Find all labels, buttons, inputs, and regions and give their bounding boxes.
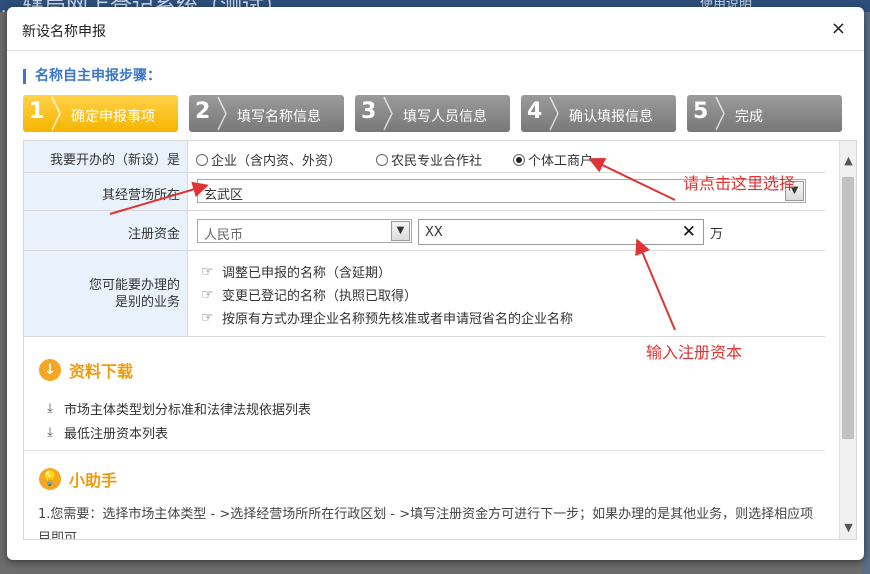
- link-change-name[interactable]: ☞ 变更已登记的名称（执照已取得）: [201, 285, 417, 305]
- step-1[interactable]: 1 确定申报事项: [23, 95, 178, 132]
- chevron-right-icon: [51, 96, 61, 131]
- step-3[interactable]: 3 填写人员信息: [355, 95, 510, 132]
- scroll-down-icon[interactable]: ▼: [843, 522, 854, 533]
- dialog-header: 新设名称申报 ×: [7, 7, 864, 51]
- capital-row: 注册资金 人民币 ▼ XX ✕ 万: [24, 211, 825, 251]
- location-label: 其经营场所在: [24, 173, 188, 210]
- pointing-hand-icon: ☞: [201, 263, 214, 280]
- pointing-hand-icon: ☞: [201, 286, 214, 303]
- chevron-down-icon[interactable]: ▼: [391, 221, 410, 241]
- download-icon: ⤓: [47, 401, 53, 416]
- chevron-right-icon: [549, 96, 559, 131]
- step-label: 确认填报信息: [569, 109, 653, 125]
- download-icon: ⤓: [47, 425, 53, 440]
- step-number: 4: [527, 99, 543, 124]
- close-icon[interactable]: ×: [831, 18, 846, 39]
- step-number: 3: [361, 99, 377, 124]
- divider: [24, 450, 825, 451]
- capital-label: 注册资金: [24, 211, 188, 250]
- download-circle-icon: ↓: [39, 359, 61, 381]
- scrollbar-thumb[interactable]: [842, 177, 854, 439]
- helper-text: 1.您需要：选择市场主体类型 - >选择经营场所所在行政区划 - >填写注册资金…: [38, 507, 814, 540]
- radio-button-selected[interactable]: [513, 153, 525, 166]
- entity-type-label: 我要开办的（新设）是: [24, 141, 188, 172]
- lightbulb-icon: 💡: [39, 468, 61, 490]
- step-5[interactable]: 5 完成: [687, 95, 842, 132]
- step-label: 填写名称信息: [237, 109, 321, 125]
- radio-button[interactable]: [376, 153, 388, 166]
- capital-value: XX: [425, 225, 443, 240]
- downloads-heading: ↓ 资料下载: [39, 358, 133, 382]
- location-value: 玄武区: [204, 188, 244, 203]
- other-business-label: 您可能要办理的 是别的业务: [24, 251, 188, 336]
- scroll-up-icon[interactable]: ▲: [843, 155, 854, 166]
- step-2[interactable]: 2 填写名称信息: [189, 95, 344, 132]
- download-link-entity-types[interactable]: ⤓ 市场主体类型划分标准和法律法规依据列表: [42, 399, 311, 418]
- capital-input[interactable]: XX ✕: [418, 219, 704, 245]
- entity-type-row: 我要开办的（新设）是 企业（含内资、外资） 农民专业合作社 个体工商户: [24, 141, 825, 173]
- helper-heading: 💡 小助手: [39, 467, 117, 491]
- vertical-scrollbar[interactable]: ▲ ▼: [839, 141, 856, 539]
- step-number: 5: [693, 99, 709, 124]
- dialog-title: 新设名称申报: [22, 24, 106, 40]
- clear-icon[interactable]: ✕: [682, 222, 696, 242]
- chevron-right-icon: [217, 96, 227, 131]
- radio-enterprise[interactable]: 企业（含内资、外资）: [196, 150, 341, 169]
- other-business-row: 您可能要办理的 是别的业务 ☞ 调整已申报的名称（含延期） ☞ 变更已登记的名称…: [24, 251, 825, 337]
- capital-unit: 万: [710, 227, 724, 242]
- step-4[interactable]: 4 确认填报信息: [521, 95, 676, 132]
- name-application-dialog: 新设名称申报 × 名称自主申报步骤： 1 确定申报事项 2 填写名称信息 3 填…: [7, 7, 864, 560]
- radio-button[interactable]: [196, 153, 208, 166]
- currency-select[interactable]: 人民币 ▼: [197, 219, 412, 243]
- annotation-click-here: 请点击这里选择: [683, 174, 796, 193]
- step-label: 完成: [735, 109, 763, 125]
- pointing-hand-icon: ☞: [201, 309, 214, 326]
- steps-heading: 名称自主申报步骤：: [23, 69, 161, 84]
- chevron-right-icon: [383, 96, 393, 131]
- annotation-enter-capital: 输入注册资本: [646, 343, 743, 362]
- link-adjust-name[interactable]: ☞ 调整已申报的名称（含延期）: [201, 262, 391, 282]
- step-number: 1: [29, 99, 45, 124]
- download-link-min-capital[interactable]: ⤓ 最低注册资本列表: [42, 423, 168, 442]
- radio-individual-business[interactable]: 个体工商户: [513, 150, 593, 169]
- step-label: 确定申报事项: [71, 109, 155, 125]
- chevron-right-icon: [715, 96, 725, 131]
- step-number: 2: [195, 99, 211, 124]
- radio-cooperative[interactable]: 农民专业合作社: [376, 150, 482, 169]
- currency-value: 人民币: [204, 228, 244, 243]
- step-label: 填写人员信息: [403, 109, 487, 125]
- link-original-method[interactable]: ☞ 按原有方式办理企业名称预先核准或者申请冠省名的企业名称: [201, 308, 573, 328]
